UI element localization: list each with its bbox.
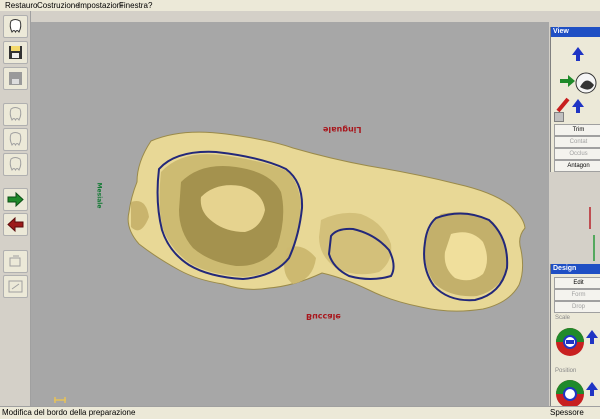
scale-control[interactable] <box>554 324 600 360</box>
drop-button[interactable]: Drop <box>554 301 600 313</box>
tool-button-2[interactable] <box>3 275 28 298</box>
menu-help[interactable]: ? <box>146 0 154 11</box>
view-navigator[interactable] <box>554 45 600 115</box>
tooth-select-button[interactable] <box>3 15 28 38</box>
design-panel: Design Edit Form Drop Scale Position <box>550 264 600 406</box>
dental-model-view[interactable] <box>31 22 549 406</box>
view-down-arrow-icon[interactable] <box>572 99 584 113</box>
menu-costruzione[interactable]: Costruzione <box>35 0 82 11</box>
status-bar: Modifica del bordo della preparazione Sp… <box>0 406 600 419</box>
trim-button[interactable]: Trim <box>554 124 600 136</box>
occlusion-button[interactable]: Occlus <box>554 148 600 160</box>
view-right-arrow-icon[interactable] <box>560 75 575 87</box>
menu-restauro[interactable]: Restauro <box>3 0 39 11</box>
contact-button[interactable]: Contat <box>554 136 600 148</box>
label-mesial: Mesiale <box>95 182 103 209</box>
position-control[interactable] <box>554 376 600 406</box>
status-thickness: Spessore <box>550 408 584 417</box>
tool-button-1[interactable] <box>3 250 28 273</box>
label-buccal: Buccale <box>306 312 341 321</box>
viewport-header <box>31 11 600 22</box>
floppy-icon <box>9 46 22 59</box>
arrow-right-icon <box>7 191 24 208</box>
axis-marker-icon <box>54 397 66 403</box>
previous-step-button[interactable] <box>3 213 28 236</box>
view-up-arrow-icon[interactable] <box>572 47 584 61</box>
scale-label: Scale <box>555 315 571 321</box>
arrow-left-icon <box>7 216 24 233</box>
view-panel-title: View <box>551 27 600 37</box>
dental-model <box>127 131 526 312</box>
status-message: Modifica del bordo della preparazione <box>2 408 136 417</box>
view-panel: View Trim Contat Occlus Antagon <box>550 27 600 172</box>
label-lingual: Linguale <box>323 125 362 134</box>
menu-bar: Restauro Costruzione Impostazioni Finest… <box>0 0 600 11</box>
next-step-button[interactable] <box>3 188 28 211</box>
tooth-button-2[interactable] <box>3 128 28 151</box>
antagonist-button[interactable]: Antagon <box>554 160 600 172</box>
floppy-disabled-icon <box>9 72 22 85</box>
left-toolbar <box>0 11 31 406</box>
form-button[interactable]: Form <box>554 289 600 301</box>
tooth-button-1[interactable] <box>3 103 28 126</box>
tooth-icon <box>9 19 22 34</box>
tool-disabled-icon <box>8 280 23 293</box>
tooth-outline-icon <box>9 132 22 147</box>
design-panel-title: Design <box>551 264 600 274</box>
edit-button[interactable]: Edit <box>554 277 600 289</box>
position-label: Position <box>555 368 577 374</box>
axis-indicator <box>586 205 596 261</box>
menu-finestra[interactable]: Finestra <box>117 0 150 11</box>
tooth-button-3[interactable] <box>3 153 28 176</box>
tooth-outline-icon <box>9 157 22 172</box>
open-file-button[interactable] <box>3 41 28 64</box>
3d-viewport[interactable]: Linguale Buccale Mesiale <box>31 22 549 406</box>
save-button[interactable] <box>3 67 28 90</box>
view-expand-icon[interactable] <box>554 112 564 122</box>
tooth-outline-icon <box>9 107 22 122</box>
tool-disabled-icon <box>9 255 21 267</box>
